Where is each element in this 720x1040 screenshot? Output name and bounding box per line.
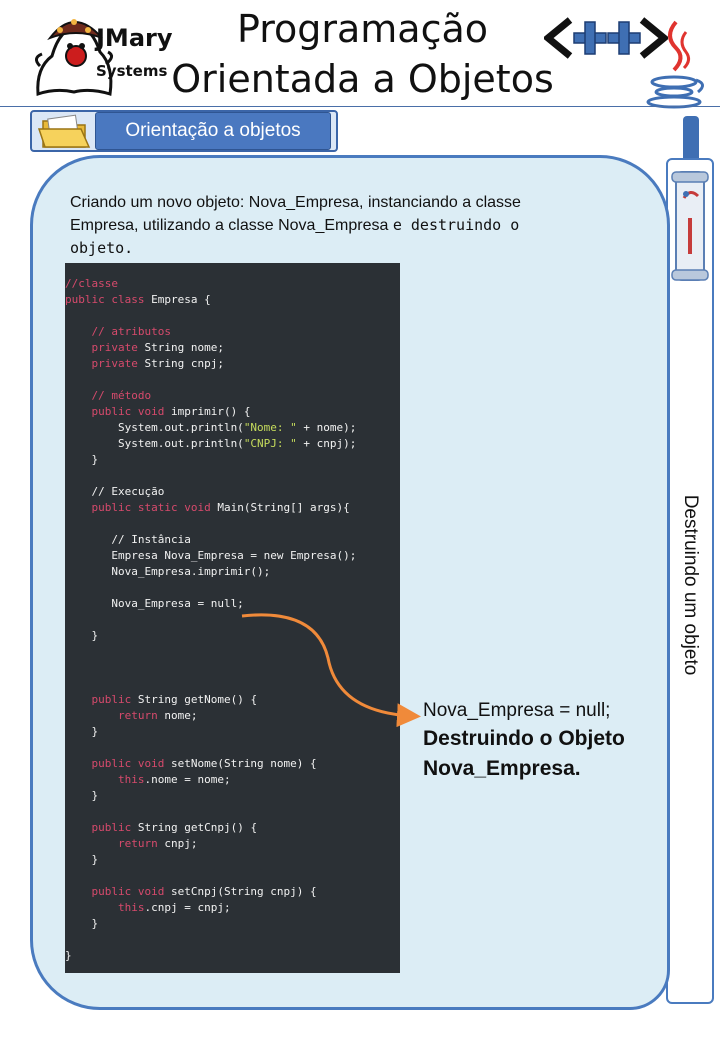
code-token: } (65, 629, 99, 642)
code-token: public void (65, 405, 165, 418)
callout: Nova_Empresa = null; Destruindo o Objeto… (423, 698, 663, 784)
java-cup-icon (646, 20, 704, 109)
code-token: imprimir() { (164, 405, 251, 418)
code-line: // Execução (65, 484, 356, 500)
sidebar-handle (683, 116, 699, 164)
code-token: Nova_Empresa.imprimir(); (65, 565, 271, 578)
code-token: private (65, 341, 138, 354)
code-line: } (65, 948, 356, 964)
code-token: public (65, 821, 132, 834)
code-token: // Execução (65, 485, 165, 498)
page-title: Programação Orientada a Objetos (160, 4, 565, 104)
code-line: // atributos (65, 324, 356, 340)
code-token: .cnpj = cnpj; (144, 901, 231, 914)
code-token: .nome = nome; (144, 773, 231, 786)
code-token: private (65, 357, 138, 370)
header-divider (0, 106, 720, 107)
code-line: Empresa Nova_Empresa = new Empresa(); (65, 548, 356, 564)
code-token: String getCnpj() { (131, 821, 258, 834)
code-line: System.out.println("CNPJ: " + cnpj); (65, 436, 356, 452)
code-line: Nova_Empresa.imprimir(); (65, 564, 356, 580)
code-token: Empresa { (144, 293, 211, 306)
callout-heading-1: Destruindo o Objeto (423, 727, 625, 750)
code-token: + cnpj); (296, 437, 357, 450)
code-token: this (65, 773, 145, 786)
code-token: "Nome: " (243, 421, 297, 434)
section-tab[interactable]: Orientação a objetos (95, 112, 331, 150)
code-token: } (65, 949, 72, 962)
code-line: } (65, 452, 356, 468)
code-token: setNome(String nome) { (164, 757, 317, 770)
code-token: public void (65, 885, 165, 898)
title-line-2: Orientada a Objetos (171, 57, 554, 101)
code-line: // método (65, 388, 356, 404)
code-line: } (65, 788, 356, 804)
arrow-icon (241, 613, 421, 728)
intro-text: Criando um novo objeto: Nova_Empresa, in… (70, 192, 570, 260)
code-token: // atributos (65, 325, 171, 338)
code-token: // Instância (65, 533, 191, 546)
code-line: //classe (65, 276, 356, 292)
code-token: cnpj; (157, 837, 198, 850)
code-line: this.nome = nome; (65, 772, 356, 788)
code-line: return cnpj; (65, 836, 356, 852)
jmary-mascot-logo (35, 19, 113, 97)
code-line: private String nome; (65, 340, 356, 356)
scroll-icon (671, 171, 709, 281)
code-line: public static void Main(String[] args){ (65, 500, 356, 516)
code-token: System.out.println( (65, 437, 244, 450)
code-token: public static void (65, 501, 211, 514)
code-token: Nova_Empresa = null; (65, 597, 244, 610)
code-token: } (65, 853, 99, 866)
code-line: this.cnpj = cnpj; (65, 900, 356, 916)
code-token: Main(String[] args){ (210, 501, 350, 514)
folder-icon (37, 114, 91, 148)
code-token: System.out.println( (65, 421, 244, 434)
callout-heading-2: Nova_Empresa. (423, 757, 581, 780)
code-token: public (65, 693, 132, 706)
title-line-1: Programação (236, 7, 489, 51)
code-line: } (65, 852, 356, 868)
code-token: + nome); (296, 421, 357, 434)
code-line: } (65, 916, 356, 932)
code-token: "CNPJ: " (243, 437, 297, 450)
code-token: nome; (157, 709, 198, 722)
code-token: } (65, 725, 99, 738)
code-token: } (65, 453, 99, 466)
code-line: // Instância (65, 532, 356, 548)
code-token: public void (65, 757, 165, 770)
code-line: public void setCnpj(String cnpj) { (65, 884, 356, 900)
brand-subtitle: Systems (96, 62, 168, 80)
code-token: public class (65, 293, 145, 306)
sidebar-label-text: Destruindo um objeto (680, 494, 701, 676)
code-line: public void setNome(String nome) { (65, 756, 356, 772)
code-line: public String getCnpj() { (65, 820, 356, 836)
callout-statement: Nova_Empresa = null; (423, 700, 611, 721)
code-line: private String cnpj; (65, 356, 356, 372)
code-token: return (65, 709, 158, 722)
code-token: //classe (65, 277, 118, 290)
code-token: return (65, 837, 158, 850)
code-token: Empresa Nova_Empresa = new Empresa(); (65, 549, 357, 562)
code-line: public class Empresa { (65, 292, 356, 308)
code-line: System.out.println("Nome: " + nome); (65, 420, 356, 436)
code-token: // método (65, 389, 152, 402)
code-token: this (65, 901, 145, 914)
code-token: setCnpj(String cnpj) { (164, 885, 317, 898)
code-token: String cnpj; (137, 357, 224, 370)
code-token: } (65, 789, 99, 802)
code-line: public void imprimir() { (65, 404, 356, 420)
code-token: String nome; (137, 341, 224, 354)
code-token: } (65, 917, 99, 930)
